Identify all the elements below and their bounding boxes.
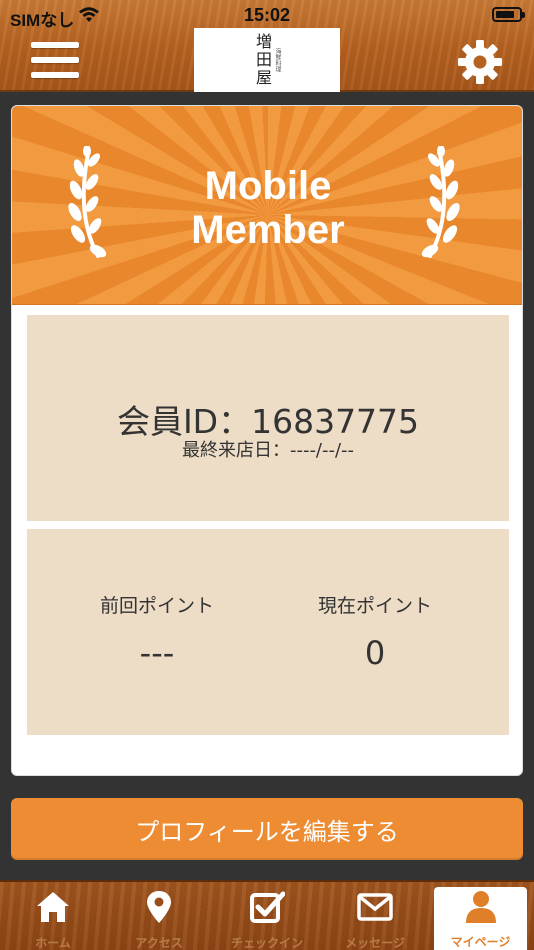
mobile-member-banner: Mobile Member	[12, 106, 522, 305]
tab-home[interactable]: ホーム	[0, 882, 106, 950]
tab-checkin-label: チェックイン	[230, 936, 303, 950]
battery-icon	[492, 7, 525, 22]
status-bar: SIMなし 15:02	[0, 0, 534, 30]
app-header: SIMなし 15:02 増田屋 海鮮料理	[0, 0, 534, 92]
tab-access-label: アクセス	[135, 936, 183, 950]
map-pin-icon	[147, 891, 171, 923]
tab-home-label: ホーム	[35, 936, 71, 950]
tab-checkin[interactable]: チェックイン	[214, 882, 320, 950]
gear-icon[interactable]	[456, 38, 504, 86]
current-points-value: 0	[364, 634, 386, 672]
logo-subtitle: 海鮮料理	[274, 48, 281, 72]
tab-mypage-label: マイページ	[450, 935, 511, 949]
last-visit-date: 最終来店日：----/--/--	[181, 440, 355, 461]
tab-bar: ホーム アクセス チェックイン メッセージ マイページ	[0, 880, 534, 950]
edit-profile-button[interactable]: プロフィールを編集する	[11, 798, 523, 860]
tab-access[interactable]: アクセス	[106, 882, 212, 950]
checkbox-icon	[250, 891, 285, 923]
logo-name: 増田屋	[253, 33, 272, 87]
hamburger-icon[interactable]	[31, 40, 79, 80]
current-points-label: 現在ポイント	[317, 595, 432, 617]
previous-points-value: ---	[139, 634, 175, 672]
tab-mypage[interactable]: マイページ	[434, 887, 527, 950]
member-card: Mobile Member 会員ID：16837775 最終来店日：----/-…	[11, 105, 523, 776]
current-points: 現在ポイント 0	[275, 591, 475, 672]
home-icon	[37, 892, 69, 922]
clock: 15:02	[243, 5, 291, 25]
person-icon	[466, 891, 496, 923]
tab-message-label: メッセージ	[345, 936, 405, 950]
tab-message[interactable]: メッセージ	[322, 882, 428, 950]
member-info-panel: 会員ID：16837775 最終来店日：----/--/--	[27, 315, 509, 521]
previous-points: 前回ポイント ---	[57, 591, 257, 672]
logo: 増田屋 海鮮料理	[194, 28, 340, 92]
previous-points-label: 前回ポイント	[99, 595, 214, 617]
points-panel: 前回ポイント --- 現在ポイント 0	[27, 529, 509, 735]
laurel-right-icon	[421, 146, 460, 258]
envelope-icon	[357, 893, 393, 921]
